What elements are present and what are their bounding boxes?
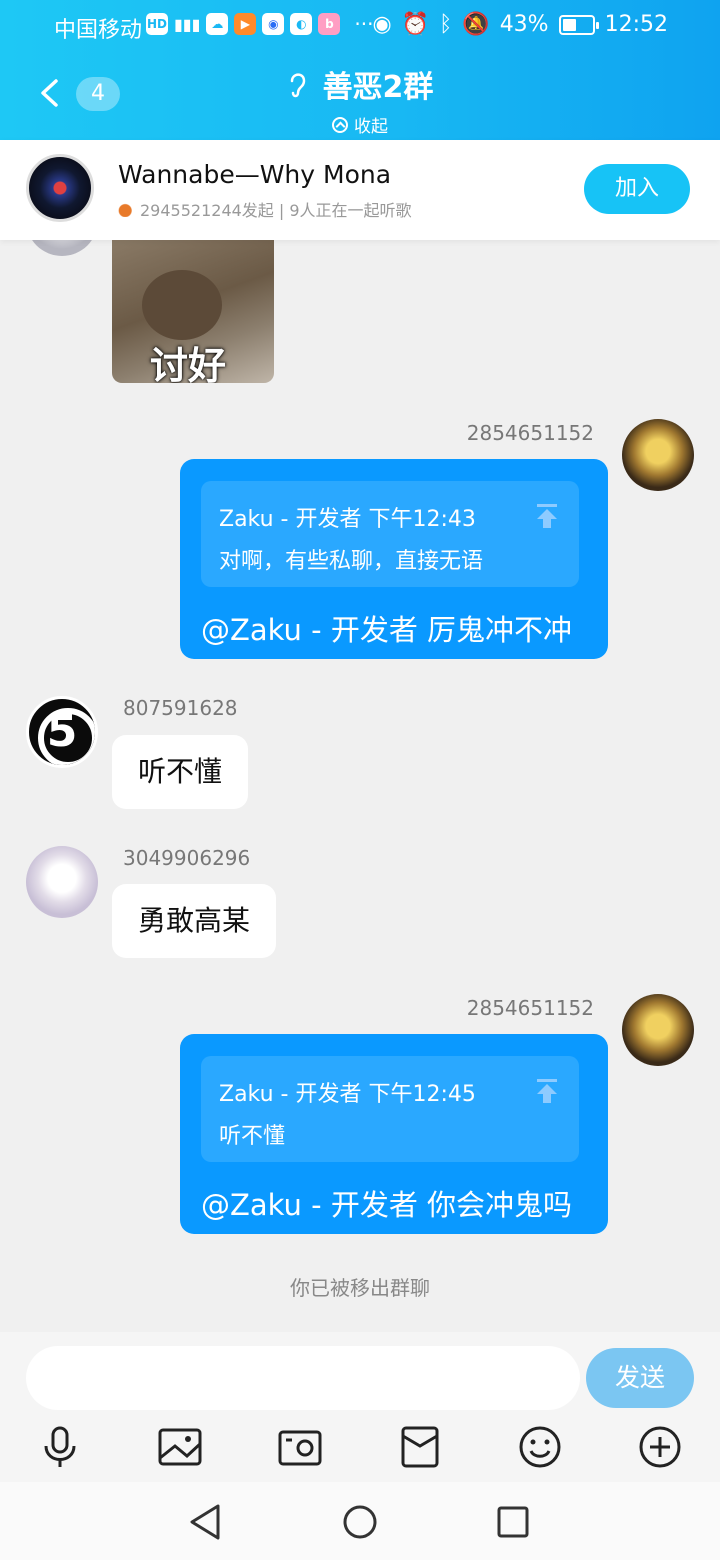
recent-square-icon[interactable] — [493, 1502, 533, 1542]
song-subtitle-text: 2945521244发起 | 9人正在一起听歌 — [140, 201, 412, 220]
carrier-label: 中国移动 — [54, 18, 143, 43]
home-circle-icon[interactable] — [340, 1502, 380, 1542]
status-right: ◉ ⏰ ᛒ 🔕 43% 12:52 — [372, 12, 668, 37]
collapse-toggle[interactable]: 收起 — [332, 112, 388, 137]
sender-name: 3049906296 — [123, 846, 251, 870]
message-bubble[interactable]: Zaku - 开发者 下午12:43 对啊，有些私聊，直接无语 @Zaku - … — [180, 459, 608, 659]
camera-icon[interactable] — [277, 1424, 323, 1470]
more-notifications-icon: ··· — [354, 12, 374, 36]
signal-icon: ▮▮▮ — [174, 14, 201, 34]
cat-sticker-shape — [142, 270, 222, 340]
message-bubble[interactable]: 勇敢高某 — [112, 884, 277, 958]
alarm-icon: ⏰ — [401, 12, 430, 37]
avatar-glyph: 5 — [46, 706, 78, 757]
chat-title-area[interactable]: 善恶2群 收起 — [0, 62, 720, 137]
eye-icon: ◉ — [372, 12, 392, 37]
mute-bell-icon: 🔕 — [462, 12, 490, 37]
system-nav-bar — [0, 1482, 720, 1560]
top-bar: 中国移动 HD ▮▮▮ ☁ ▶ ◉ ◐ b ··· ◉ ⏰ ᛒ 🔕 43% 12… — [0, 0, 720, 140]
song-title: Wannabe—Why Mona — [118, 160, 392, 189]
album-cover — [26, 154, 94, 222]
plus-icon[interactable] — [637, 1424, 683, 1470]
avatar[interactable] — [622, 994, 694, 1066]
avatar[interactable] — [26, 846, 98, 918]
message-text: @Zaku - 开发者 你会冲鬼吗 — [201, 1188, 573, 1222]
listen-together-banner[interactable]: Wannabe—Why Mona 2945521244发起 | 9人正在一起听歌… — [0, 140, 720, 240]
quote-header: Zaku - 开发者 下午12:45 — [219, 1082, 476, 1107]
back-triangle-icon[interactable] — [186, 1502, 226, 1542]
jump-to-original-icon[interactable] — [535, 503, 559, 529]
message-input[interactable] — [26, 1346, 580, 1410]
quoted-message[interactable]: Zaku - 开发者 下午12:43 对啊，有些私聊，直接无语 — [201, 481, 579, 587]
battery-icon — [558, 14, 599, 35]
system-notice: 你已被移出群聊 — [290, 1276, 430, 1300]
bluetooth-icon: ᛒ — [439, 12, 453, 37]
red-packet-icon[interactable] — [397, 1424, 443, 1470]
sender-name: 2854651152 — [466, 996, 594, 1020]
bilibili-app-icon: b — [318, 13, 341, 35]
status-bar: 中国移动 HD ▮▮▮ ☁ ▶ ◉ ◐ b ··· ◉ ⏰ ᛒ 🔕 43% 12… — [0, 10, 720, 43]
avatar[interactable]: 5 — [26, 696, 98, 768]
sticker-caption: 讨好 — [150, 344, 227, 383]
jump-to-original-icon[interactable] — [535, 1078, 559, 1104]
chat-area[interactable]: 讨好 2854651152 Zaku - 开发者 下午12:43 对啊，有些私聊… — [0, 184, 720, 1332]
browser-app-icon: ◐ — [290, 13, 313, 35]
hd-icon: HD — [146, 13, 168, 35]
chat-title: 善恶2群 — [322, 70, 434, 105]
quote-header: Zaku - 开发者 下午12:43 — [219, 507, 476, 532]
input-bar: 发送 — [0, 1332, 720, 1482]
video-app-icon: ▶ — [234, 13, 257, 35]
message-bubble[interactable]: Zaku - 开发者 下午12:45 听不懂 @Zaku - 开发者 你会冲鬼吗 — [180, 1034, 608, 1234]
emoji-icon[interactable] — [517, 1424, 563, 1470]
bulb-app-icon: ◉ — [262, 13, 285, 35]
quoted-message[interactable]: Zaku - 开发者 下午12:45 听不懂 — [201, 1056, 579, 1162]
message-bubble[interactable]: 听不懂 — [112, 735, 249, 809]
ear-icon — [290, 73, 305, 98]
quote-body: 听不懂 — [219, 1124, 286, 1149]
song-subtitle: 2945521244发起 | 9人正在一起听歌 — [118, 197, 412, 221]
sender-name: 807591628 — [123, 696, 238, 720]
avatar[interactable] — [622, 419, 694, 491]
weather-app-icon: ☁ — [206, 13, 229, 35]
status-left-icons: HD ▮▮▮ ☁ ▶ ◉ ◐ b ··· — [146, 12, 374, 36]
clock-time: 12:52 — [604, 12, 668, 37]
image-icon[interactable] — [157, 1424, 203, 1470]
sender-name: 2854651152 — [466, 421, 594, 445]
microphone-icon[interactable] — [37, 1424, 83, 1470]
message-text: @Zaku - 开发者 厉鬼冲不冲 — [201, 613, 573, 647]
initiator-icon — [118, 201, 136, 217]
battery-percent: 43% — [499, 12, 549, 37]
sticker-image[interactable]: 讨好 — [112, 240, 274, 383]
collapse-up-icon — [332, 116, 348, 133]
join-button[interactable]: 加入 — [584, 164, 690, 214]
quote-body: 对啊，有些私聊，直接无语 — [219, 549, 484, 574]
send-button[interactable]: 发送 — [586, 1348, 694, 1408]
collapse-label: 收起 — [354, 117, 388, 137]
